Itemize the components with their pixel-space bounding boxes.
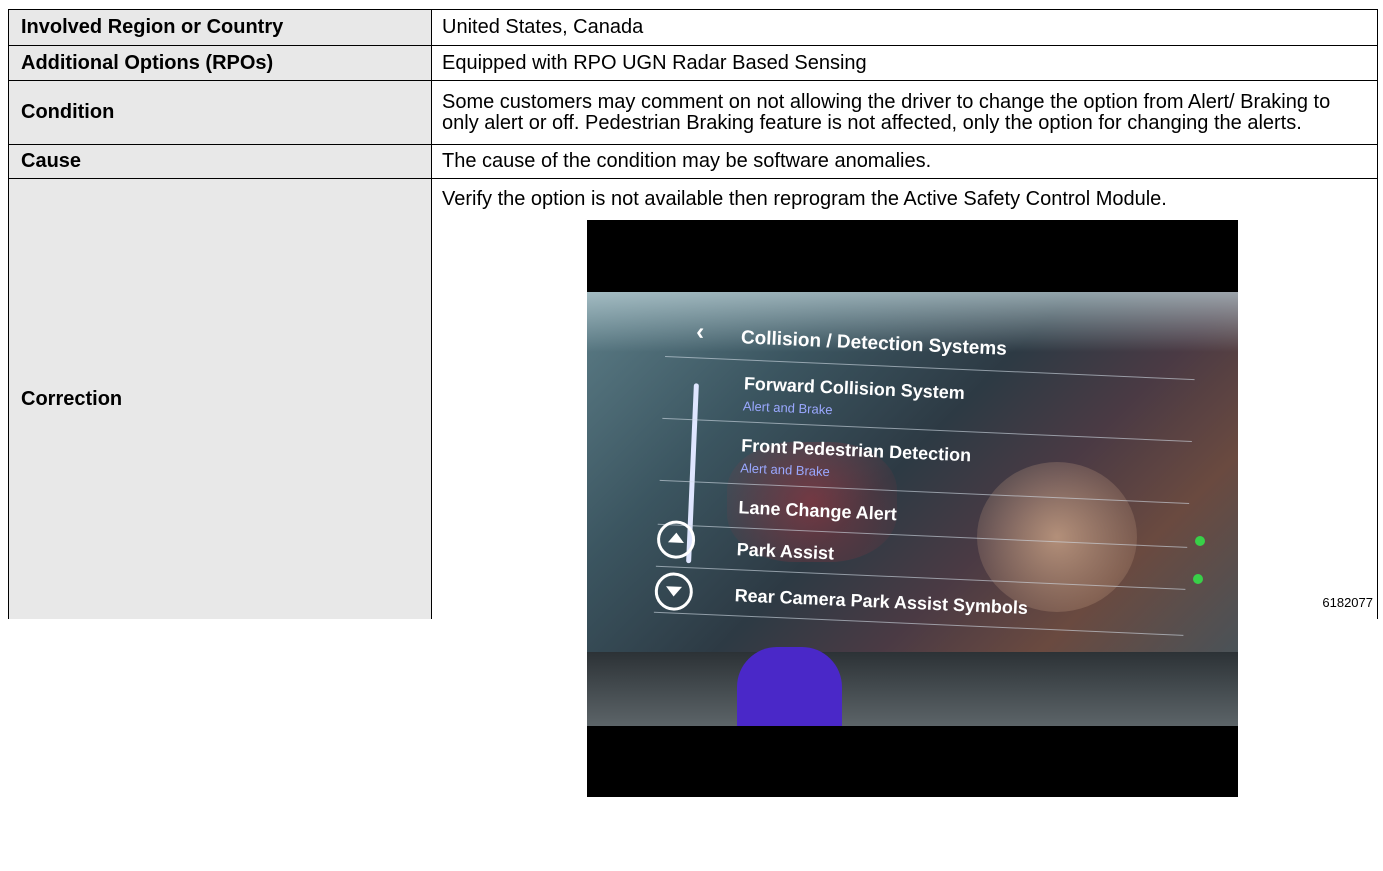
- menu-item-rear-camera: Rear Camera Park Assist Symbols: [734, 585, 1029, 619]
- status-light: [1195, 536, 1205, 546]
- row-label-region: Involved Region or Country: [8, 9, 432, 46]
- settings-menu: ‹ Collision / Detection Systems Forward …: [653, 312, 1227, 666]
- screen-bezel: [587, 652, 1238, 726]
- row-label-condition: Condition: [8, 80, 432, 145]
- row-value-condition: Some customers may comment on not allowi…: [431, 80, 1378, 145]
- table-row: Correction Verify the option is not avai…: [8, 178, 1378, 797]
- table-row: Cause The cause of the condition may be …: [8, 144, 1378, 179]
- row-label-correction: Correction: [8, 178, 432, 619]
- menu-item-sub: Alert and Brake: [739, 460, 831, 480]
- infotainment-photo: ‹ Collision / Detection Systems Forward …: [587, 220, 1238, 797]
- menu-item-lane-change: Lane Change Alert: [738, 497, 898, 525]
- row-label-options: Additional Options (RPOs): [8, 45, 432, 81]
- menu-item-sub: Alert and Brake: [742, 398, 833, 418]
- divider: [653, 611, 1184, 636]
- status-light: [1193, 574, 1203, 584]
- correction-text: Verify the option is not available then …: [442, 188, 1167, 210]
- table-row: Additional Options (RPOs) Equipped with …: [8, 45, 1378, 81]
- table-row: Condition Some customers may comment on …: [8, 80, 1378, 145]
- figure-id: 6182077: [1322, 595, 1373, 610]
- purple-blob: [737, 647, 842, 726]
- menu-item-park-assist: Park Assist: [736, 539, 835, 564]
- row-value-cause: The cause of the condition may be softwa…: [431, 144, 1378, 179]
- row-value-region: United States, Canada: [431, 9, 1378, 46]
- infotainment-screen: ‹ Collision / Detection Systems Forward …: [587, 292, 1238, 726]
- row-value-correction: Verify the option is not available then …: [431, 178, 1378, 797]
- table-row: Involved Region or Country United States…: [8, 9, 1378, 46]
- chevron-left-icon: ‹: [695, 318, 705, 346]
- row-label-cause: Cause: [8, 144, 432, 179]
- scroll-down-icon: [654, 571, 694, 612]
- screen-title: Collision / Detection Systems: [740, 327, 1008, 360]
- bulletin-table: Involved Region or Country United States…: [8, 9, 1378, 797]
- row-value-options: Equipped with RPO UGN Radar Based Sensin…: [431, 45, 1378, 81]
